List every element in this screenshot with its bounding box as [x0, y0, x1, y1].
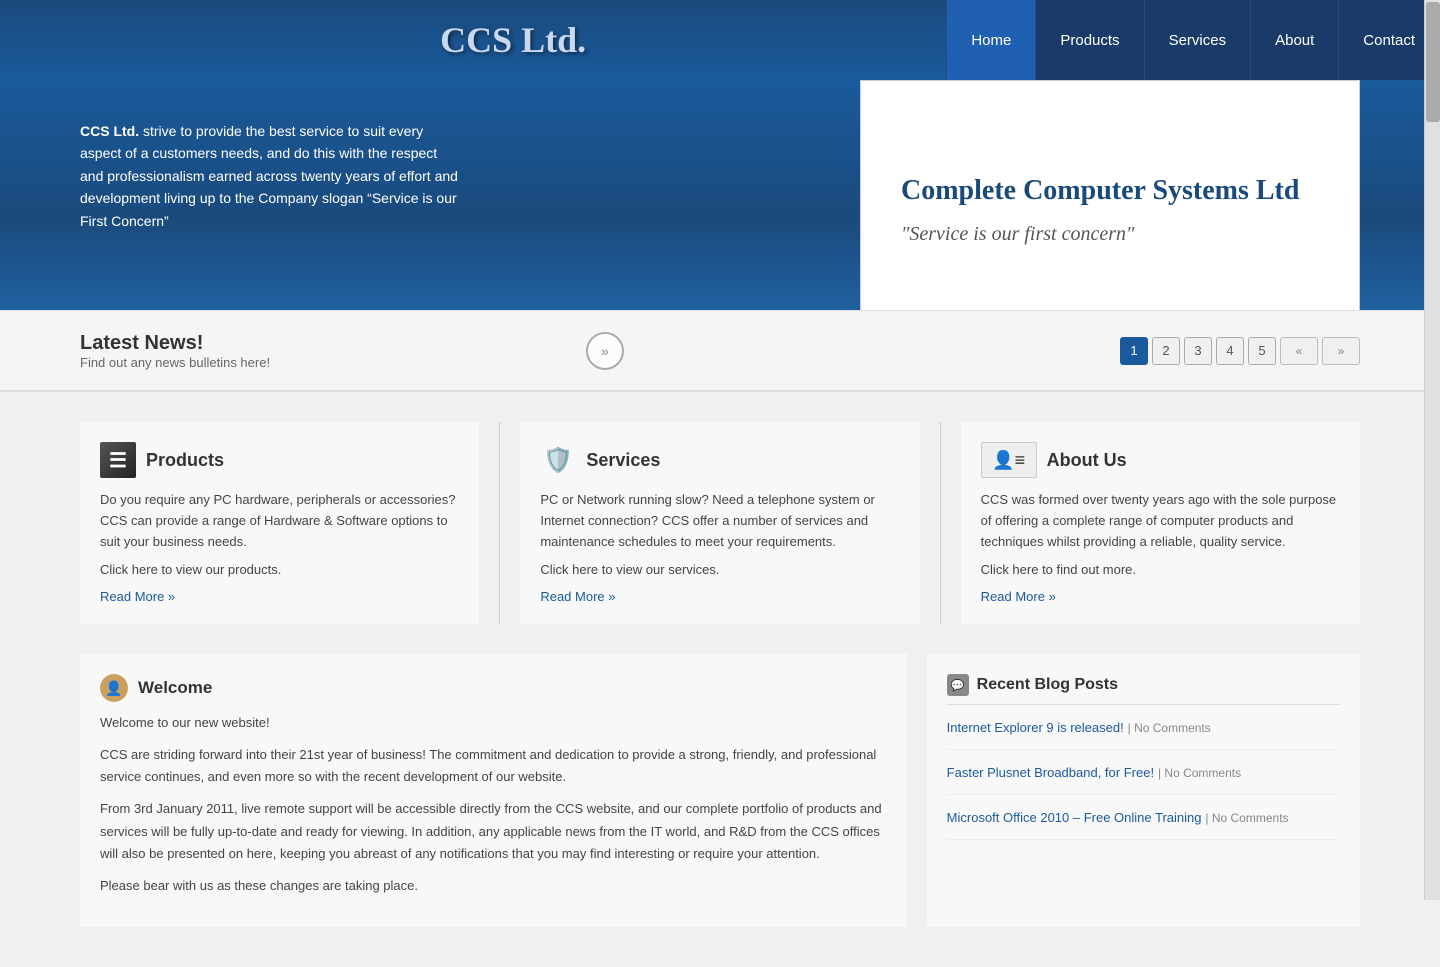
- nav-home[interactable]: Home: [946, 0, 1036, 80]
- services-body2: Click here to view our services.: [540, 560, 899, 581]
- col-divider-2: [940, 422, 941, 624]
- blog-icon: 💬: [947, 674, 969, 696]
- header: CCS Ltd. Home Products Services About Co…: [0, 0, 1440, 80]
- page-btn-4[interactable]: 4: [1216, 337, 1244, 365]
- three-columns: ☰ Products Do you require any PC hardwar…: [0, 390, 1440, 654]
- blog-heading: 💬 Recent Blog Posts: [947, 674, 1340, 705]
- services-icon: 🛡️: [540, 442, 576, 478]
- news-next-button[interactable]: »: [586, 332, 624, 370]
- slide-prev-button[interactable]: «: [1280, 337, 1318, 365]
- about-section: 👤≡ About Us CCS was formed over twenty y…: [961, 422, 1360, 624]
- about-body2: Click here to find out more.: [981, 560, 1340, 581]
- services-body1: PC or Network running slow? Need a telep…: [540, 490, 899, 552]
- hero-section: CCS Ltd. strive to provide the best serv…: [0, 80, 1440, 310]
- blog-post-comment-1: No Comments: [1164, 766, 1241, 780]
- products-body2: Click here to view our products.: [100, 560, 459, 581]
- products-read-more[interactable]: Read More »: [100, 589, 459, 604]
- page-btn-1[interactable]: 1: [1120, 337, 1148, 365]
- welcome-para3: Please bear with us as these changes are…: [100, 875, 887, 897]
- slide-subtitle: "Service is our first concern": [901, 223, 1319, 246]
- col-divider-1: [499, 422, 500, 624]
- slide-next-button[interactable]: »: [1322, 337, 1360, 365]
- news-bar-content: Latest News! Find out any news bulletins…: [80, 332, 576, 370]
- blog-post-1: Faster Plusnet Broadband, for Free! | No…: [947, 764, 1340, 795]
- welcome-para1: CCS are striding forward into their 21st…: [100, 744, 887, 788]
- about-heading: 👤≡ About Us: [981, 442, 1340, 478]
- welcome-column: 👤 Welcome Welcome to our new website! CC…: [80, 654, 907, 927]
- page-btn-3[interactable]: 3: [1184, 337, 1212, 365]
- blog-post-2: Microsoft Office 2010 – Free Online Trai…: [947, 809, 1340, 840]
- slide-title: Complete Computer Systems Ltd: [901, 175, 1319, 207]
- blog-column: 💬 Recent Blog Posts Internet Explorer 9 …: [927, 654, 1360, 927]
- hero-intro: CCS Ltd. strive to provide the best serv…: [80, 110, 460, 232]
- blog-post-link-1[interactable]: Faster Plusnet Broadband, for Free!: [947, 765, 1154, 780]
- page-btn-2[interactable]: 2: [1152, 337, 1180, 365]
- welcome-para2: From 3rd January 2011, live remote suppo…: [100, 798, 887, 864]
- blog-post-comment-0: No Comments: [1134, 721, 1211, 735]
- blog-post-link-2[interactable]: Microsoft Office 2010 – Free Online Trai…: [947, 810, 1202, 825]
- slide-pagination: 1 2 3 4 5 « »: [1120, 337, 1360, 365]
- services-read-more[interactable]: Read More »: [540, 589, 899, 604]
- blog-post-link-0[interactable]: Internet Explorer 9 is released!: [947, 720, 1124, 735]
- nav-products[interactable]: Products: [1036, 0, 1144, 80]
- page-btn-5[interactable]: 5: [1248, 337, 1276, 365]
- products-icon: ☰: [100, 442, 136, 478]
- welcome-subtitle: Welcome to our new website!: [100, 712, 887, 734]
- blog-post-0: Internet Explorer 9 is released! | No Co…: [947, 719, 1340, 750]
- about-read-more[interactable]: Read More »: [981, 589, 1340, 604]
- news-pagination-bar: Latest News! Find out any news bulletins…: [0, 310, 1440, 390]
- nav-about[interactable]: About: [1251, 0, 1339, 80]
- main-nav: Home Products Services About Contact: [946, 0, 1440, 80]
- services-heading: 🛡️ Services: [540, 442, 899, 478]
- about-icon: 👤≡: [981, 442, 1037, 478]
- about-body1: CCS was formed over twenty years ago wit…: [981, 490, 1340, 552]
- products-section: ☰ Products Do you require any PC hardwar…: [80, 422, 479, 624]
- hero-slide: Complete Computer Systems Ltd "Service i…: [860, 80, 1360, 310]
- hero-intro-bold: CCS Ltd.: [80, 123, 139, 139]
- news-subtitle: Find out any news bulletins here!: [80, 355, 576, 370]
- bottom-section: 👤 Welcome Welcome to our new website! CC…: [0, 654, 1440, 967]
- products-heading: ☰ Products: [100, 442, 459, 478]
- welcome-icon: 👤: [100, 674, 128, 702]
- nav-services[interactable]: Services: [1145, 0, 1252, 80]
- news-title: Latest News!: [80, 332, 576, 355]
- welcome-heading: 👤 Welcome: [100, 674, 887, 702]
- site-logo: CCS Ltd.: [0, 19, 946, 61]
- scrollbar-thumb[interactable]: [1426, 2, 1440, 122]
- services-section: 🛡️ Services PC or Network running slow? …: [520, 422, 919, 624]
- blog-post-comment-2: No Comments: [1212, 811, 1289, 825]
- products-body1: Do you require any PC hardware, peripher…: [100, 490, 459, 552]
- scrollbar[interactable]: [1424, 0, 1440, 900]
